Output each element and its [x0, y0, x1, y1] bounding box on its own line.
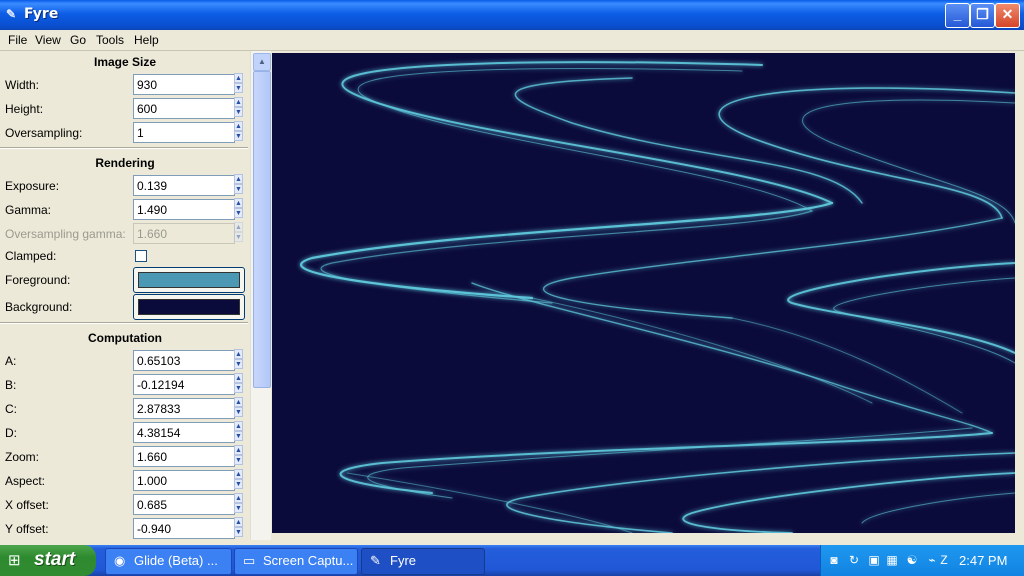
maximize-button[interactable]: ❐	[970, 3, 995, 28]
gamma-spinner[interactable]: ▲ ▼	[234, 198, 243, 219]
camera-icon[interactable]: ◙	[827, 553, 841, 567]
a-spinner[interactable]: ▲ ▼	[234, 349, 243, 370]
foreground-label: Foreground:	[5, 273, 71, 287]
windows-logo-icon: ⊞	[8, 552, 21, 569]
x-offset-input[interactable]: 0.685	[133, 494, 235, 515]
menu-help[interactable]: Help	[134, 33, 159, 47]
c-spinner[interactable]: ▲ ▼	[234, 397, 243, 418]
menu-view[interactable]: View	[35, 33, 61, 47]
exposure-label: Exposure:	[5, 179, 60, 193]
background-color-button[interactable]	[133, 294, 245, 320]
clamped-label: Clamped:	[5, 249, 57, 263]
flag-icon[interactable]: ▦	[885, 553, 899, 567]
width-label: Width:	[5, 78, 40, 92]
a-input[interactable]: 0.65103	[133, 350, 235, 371]
section-image-size: Image Size	[93, 55, 157, 69]
title-bar: ✎ Fyre _ ❐ ✕	[0, 0, 1024, 30]
taskbar-item-glide[interactable]: ◉ Glide (Beta) ...	[105, 548, 232, 575]
width-spinner[interactable]: ▲ ▼	[234, 73, 243, 94]
task-label: Glide (Beta) ...	[134, 553, 218, 568]
scroll-up-arrow-icon[interactable]: ▲	[253, 53, 271, 71]
clock[interactable]: 2:47 PM	[959, 553, 1007, 568]
taskbar: ⊞ start ◉ Glide (Beta) ... ▭ Screen Capt…	[0, 545, 1024, 576]
oversampling-gamma-input: 1.660	[133, 223, 235, 244]
monitor-icon[interactable]: ▣	[867, 553, 881, 567]
b-label: B:	[5, 378, 17, 392]
sidebar-scrollbar[interactable]: ▲	[250, 51, 271, 540]
oversampling-label: Oversampling:	[5, 126, 83, 140]
firefox-icon: ◉	[114, 553, 126, 568]
aspect-input[interactable]: 1.000	[133, 470, 235, 491]
folder-icon: ▭	[243, 553, 256, 568]
system-tray: ◙ ↻ ▣ ▦ ☯ ⌁ Z 2:47 PM	[820, 545, 1024, 576]
a-label: A:	[5, 354, 17, 368]
height-input[interactable]: 600	[133, 98, 235, 119]
task-label: Fyre	[390, 553, 416, 568]
section-rendering: Rendering	[95, 156, 155, 170]
zoom-spinner[interactable]: ▲ ▼	[234, 445, 243, 466]
taskbar-item-screen-capture[interactable]: ▭ Screen Captu...	[234, 548, 358, 575]
gamma-label: Gamma:	[5, 203, 52, 217]
render-canvas[interactable]	[272, 53, 1016, 534]
y-offset-input[interactable]: -0.940	[133, 518, 235, 539]
zoom-input[interactable]: 1.660	[133, 446, 235, 467]
fyre-app-icon: ✎	[370, 553, 381, 568]
section-computation: Computation	[88, 331, 162, 345]
d-spinner[interactable]: ▲ ▼	[234, 421, 243, 442]
height-label: Height:	[5, 102, 44, 116]
start-button[interactable]: ⊞ start	[0, 545, 96, 576]
fyre-app-icon[interactable]: ✎	[6, 7, 16, 21]
fractal-render	[300, 61, 1016, 534]
refresh-icon[interactable]: ↻	[847, 553, 861, 567]
scrollbar-thumb[interactable]	[253, 71, 271, 388]
aspect-spinner[interactable]: ▲ ▼	[234, 469, 243, 490]
d-label: D:	[5, 426, 17, 440]
zone-alarm-icon[interactable]: Z	[937, 553, 951, 567]
oversampling-spinner[interactable]: ▲ ▼	[234, 121, 243, 142]
aspect-label: Aspect:	[5, 474, 46, 488]
b-input[interactable]: -0.12194	[133, 374, 235, 395]
x-offset-label: X offset:	[5, 498, 49, 512]
b-spinner[interactable]: ▲ ▼	[234, 373, 243, 394]
start-label: start	[34, 549, 76, 570]
sync-icon[interactable]: ☯	[905, 553, 919, 567]
zoom-label: Zoom:	[5, 450, 40, 464]
section-divider	[0, 322, 248, 324]
y-offset-spinner[interactable]: ▲ ▼	[234, 517, 243, 538]
parameter-panel: Image Size Width: 930 ▲ ▼ Height: 600 ▲ ▼ …	[0, 51, 250, 540]
gamma-input[interactable]: 1.490	[133, 199, 235, 220]
d-input[interactable]: 4.38154	[133, 422, 235, 443]
clamped-checkbox[interactable]	[135, 250, 147, 262]
width-input[interactable]: 930	[133, 74, 235, 95]
close-button[interactable]: ✕	[995, 3, 1020, 28]
task-label: Screen Captu...	[263, 553, 354, 568]
height-spinner[interactable]: ▲ ▼	[234, 97, 243, 118]
foreground-swatch	[138, 272, 240, 288]
taskbar-item-fyre[interactable]: ✎ Fyre	[361, 548, 485, 575]
menu-go[interactable]: Go	[70, 33, 86, 47]
menu-tools[interactable]: Tools	[96, 33, 124, 47]
menu-file[interactable]: File	[8, 33, 27, 47]
y-offset-label: Y offset:	[5, 522, 49, 536]
oversampling-gamma-label: Oversampling gamma:	[5, 227, 126, 241]
x-offset-spinner[interactable]: ▲ ▼	[234, 493, 243, 514]
background-label: Background:	[5, 300, 73, 314]
minimize-button[interactable]: _	[945, 3, 970, 28]
background-swatch	[138, 299, 240, 315]
oversampling-gamma-spinner: ▲ ▼	[234, 222, 243, 242]
menu-bar: File View Go Tools Help	[0, 30, 1024, 51]
c-label: C:	[5, 402, 17, 416]
section-divider	[0, 147, 248, 149]
oversampling-input[interactable]: 1	[133, 122, 235, 143]
foreground-color-button[interactable]	[133, 267, 245, 293]
window-title: Fyre	[24, 6, 59, 22]
c-input[interactable]: 2.87833	[133, 398, 235, 419]
exposure-input[interactable]: 0.139	[133, 175, 235, 196]
exposure-spinner[interactable]: ▲ ▼	[234, 174, 243, 195]
